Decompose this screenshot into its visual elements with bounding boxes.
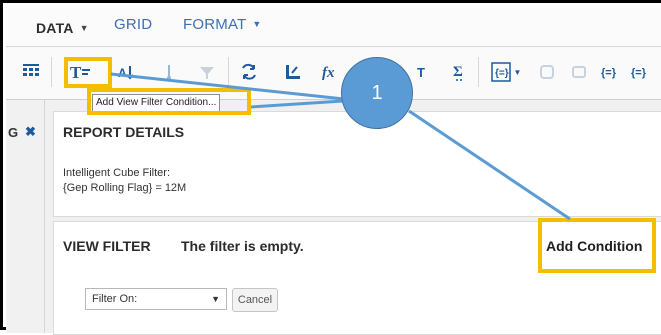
report-details-title: REPORT DETAILS [63,124,185,140]
tab-data-label: DATA [36,20,74,36]
chevron-down-icon[interactable]: ▼ [80,23,89,33]
add-condition-link[interactable]: Add Condition [546,238,642,254]
svg-text:Σ: Σ [453,64,463,80]
cube-filter-label: Intelligent Cube Filter: [63,167,170,179]
metric-icon[interactable] [534,59,560,85]
svg-text:{=}: {=} [631,67,647,79]
close-icon[interactable]: ✖ [25,124,36,140]
svg-text:T: T [70,63,82,81]
ribbon-tab-bar: DATA ▼ GRID FORMAT ▼ [6,6,661,47]
report-details-panel: REPORT DETAILS Intelligent Cube Filter: … [53,111,661,217]
tab-format-label: FORMAT [183,16,247,33]
toolbar: T A fx T Σ {=} ▼ {=} {=} [6,47,661,100]
tab-data[interactable]: DATA ▼ [36,20,89,36]
toolbar-separator [478,57,479,87]
grid-layout-icon[interactable] [18,57,44,83]
subtotal-dropdown-icon[interactable]: ▼ [514,68,522,77]
fx-icon[interactable]: fx [318,59,344,85]
toolbar-separator [228,57,229,87]
view-filter-panel: VIEW FILTER The filter is empty. Add Con… [53,221,661,335]
filter-icon[interactable] [194,59,220,85]
cancel-button[interactable]: Cancel [232,288,278,312]
filter-on-value: Filter On: [92,293,138,305]
svg-text:T: T [417,65,425,80]
filter-on-select[interactable]: Filter On: ▼ [85,288,227,310]
svg-text:A: A [118,66,127,80]
pivot-icon[interactable] [236,59,262,85]
step-badge: 1 [341,57,413,129]
chevron-down-icon[interactable]: ▼ [252,19,261,29]
left-gutter: G ✖ [6,100,45,333]
svg-text:{=}: {=} [495,68,509,79]
gutter-letter: G [8,125,19,140]
insert-function-icon[interactable] [280,59,306,85]
tab-format[interactable]: FORMAT ▼ [183,16,262,33]
brackets-icon[interactable]: {=} [598,59,624,85]
cube-filter-value: {Gep Rolling Flag} = 12M [63,182,187,194]
drill-icon[interactable] [156,59,182,85]
view-filter-title: VIEW FILTER [63,238,151,254]
app-window: DATA ▼ GRID FORMAT ▼ T A fx T Σ {=} ▼ {=… [0,0,661,335]
tab-grid-label: GRID [114,16,153,33]
tooltip: Add View Filter Condition... [92,94,221,112]
svg-text:fx: fx [322,65,335,81]
chevron-down-icon: ▼ [211,294,220,304]
sort-icon[interactable]: A [114,59,140,85]
view-icon[interactable] [566,59,592,85]
view-filter-icon[interactable]: T [68,59,94,85]
percent-icon[interactable]: T [410,59,436,85]
brackets-alt-icon[interactable]: {=} [628,59,654,85]
toolbar-separator [51,57,52,87]
sum-icon[interactable]: Σ [446,59,472,85]
svg-text:{=}: {=} [601,67,617,79]
subtotal-icon[interactable]: {=} ▼ [486,59,526,85]
filter-status: The filter is empty. [181,238,304,254]
tab-grid[interactable]: GRID [114,16,152,33]
